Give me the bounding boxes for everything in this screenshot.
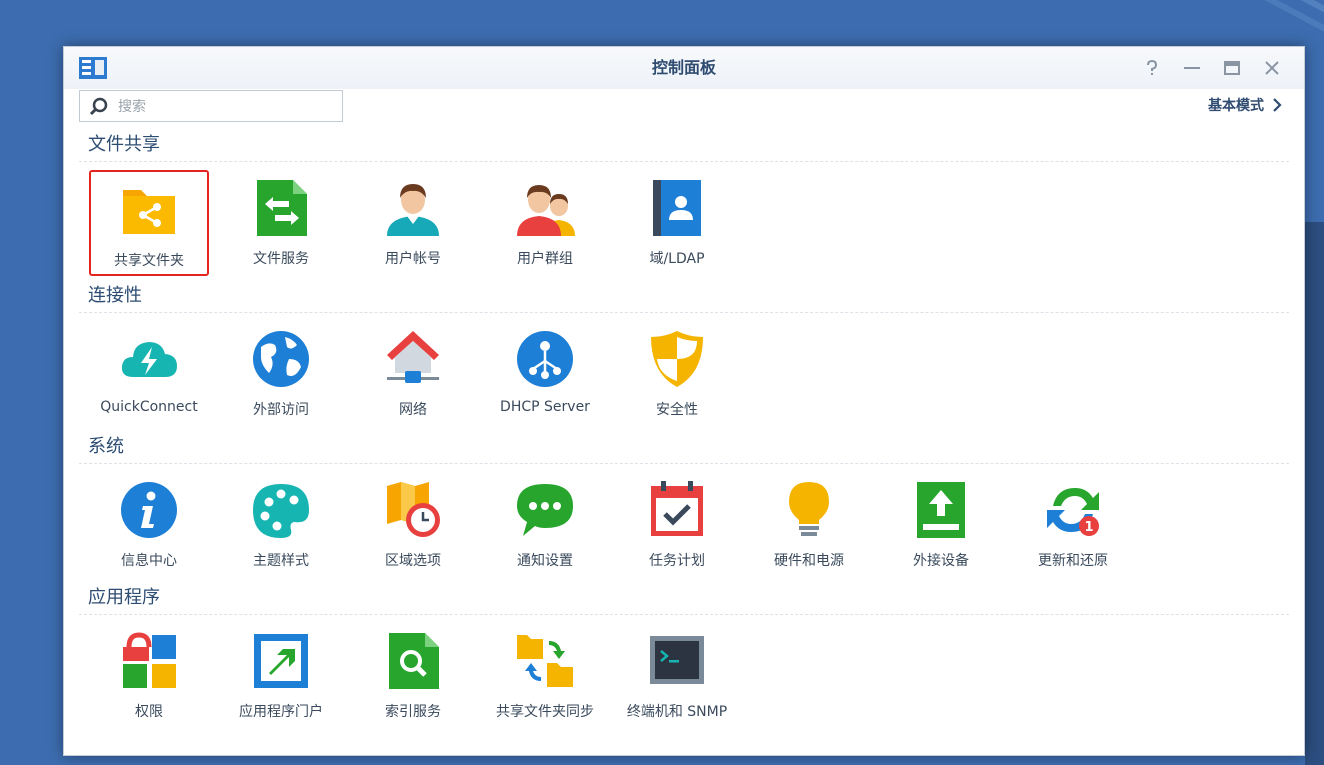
regional-clock-icon <box>387 482 440 537</box>
info-icon <box>121 482 177 538</box>
item-label: 用户群组 <box>517 251 573 267</box>
maximize-icon[interactable] <box>1218 56 1246 80</box>
item-theme[interactable]: 主题样式 <box>221 472 341 578</box>
shield-icon <box>651 331 703 387</box>
section-connectivity: 连接性 QuickConnect 外部访问 网络 DHCP Server 安全性 <box>79 282 1289 433</box>
item-external-access[interactable]: 外部访问 <box>221 321 341 427</box>
item-info-center[interactable]: 信息中心 <box>89 472 209 578</box>
background-window-edge <box>1305 222 1324 765</box>
item-dhcp-server[interactable]: DHCP Server <box>485 321 605 427</box>
item-terminal-snmp[interactable]: 终端机和 SNMP <box>617 623 737 729</box>
item-label: 共享文件夹 <box>114 253 184 269</box>
search-index-icon <box>389 633 439 689</box>
item-shared-folder[interactable]: 共享文件夹 <box>89 170 209 276</box>
app-portal-icon <box>254 634 308 688</box>
user-icon <box>387 184 439 236</box>
domain-ldap-icon <box>653 180 701 236</box>
group-icon <box>517 185 575 236</box>
item-external-devices[interactable]: 外接设备 <box>881 472 1001 578</box>
dhcp-icon <box>517 331 573 387</box>
section-title: 连接性 <box>79 282 1289 313</box>
item-label: DHCP Server <box>500 399 590 415</box>
item-group[interactable]: 用户群组 <box>485 170 605 276</box>
item-label: 外接设备 <box>913 553 969 569</box>
section-applications: 应用程序 权限 应用程序门户 索引服务 共享文件夹同步 终端机和 SNMP <box>79 584 1289 735</box>
item-indexing-service[interactable]: 索引服务 <box>353 623 473 729</box>
item-label: QuickConnect <box>100 399 198 415</box>
item-notification[interactable]: 通知设置 <box>485 472 605 578</box>
item-label: 通知设置 <box>517 553 573 569</box>
item-label: 文件服务 <box>253 251 309 267</box>
item-domain-ldap[interactable]: 域/LDAP <box>617 170 737 276</box>
section-title: 系统 <box>79 433 1289 464</box>
section-file-sharing: 文件共享 共享文件夹 文件服务 用户帐号 用户群组 域/LDAP <box>79 131 1289 282</box>
item-label: 索引服务 <box>385 704 441 720</box>
privileges-icon <box>123 632 176 688</box>
item-label: 任务计划 <box>649 553 705 569</box>
item-application-portal[interactable]: 应用程序门户 <box>221 623 341 729</box>
shared-folder-icon <box>123 190 175 234</box>
network-house-icon <box>387 331 439 383</box>
item-file-services[interactable]: 文件服务 <box>221 170 341 276</box>
basic-mode-link[interactable]: 基本模式 <box>1208 95 1282 115</box>
title-bar[interactable]: 控制面板 <box>64 47 1304 89</box>
quickconnect-icon <box>121 342 177 377</box>
chat-bubble-icon <box>517 484 573 536</box>
item-hardware-power[interactable]: 硬件和电源 <box>749 472 869 578</box>
close-icon[interactable] <box>1258 56 1286 80</box>
item-network[interactable]: 网络 <box>353 321 473 427</box>
window-title: 控制面板 <box>651 58 716 77</box>
item-regional-options[interactable]: 区域选项 <box>353 472 473 578</box>
section-title: 文件共享 <box>79 131 1289 162</box>
item-label: 安全性 <box>656 402 698 418</box>
chevron-right-icon <box>1273 98 1282 112</box>
item-label: 区域选项 <box>385 553 441 569</box>
item-update-restore[interactable]: 1 更新和还原 <box>1013 472 1133 578</box>
terminal-icon <box>650 636 704 684</box>
external-device-icon <box>917 482 965 538</box>
item-label: 硬件和电源 <box>774 553 844 569</box>
item-label: 权限 <box>135 704 163 720</box>
file-services-icon <box>257 180 307 236</box>
globe-icon <box>253 331 309 387</box>
folder-sync-icon <box>517 635 573 687</box>
item-label: 域/LDAP <box>649 251 705 267</box>
help-icon[interactable] <box>1138 56 1166 80</box>
item-label: 外部访问 <box>253 402 309 418</box>
item-security[interactable]: 安全性 <box>617 321 737 427</box>
item-user[interactable]: 用户帐号 <box>353 170 473 276</box>
update-badge: 1 <box>1084 520 1093 535</box>
control-panel-window: 控制面板 基本模式 文件共享 <box>63 46 1305 756</box>
search-icon <box>89 97 108 116</box>
basic-mode-label: 基本模式 <box>1208 98 1264 114</box>
lightbulb-icon <box>789 482 829 536</box>
item-quickconnect[interactable]: QuickConnect <box>89 321 209 427</box>
item-label: 信息中心 <box>121 553 177 569</box>
item-label: 更新和还原 <box>1038 553 1108 569</box>
item-label: 主题样式 <box>253 553 309 569</box>
minimize-icon[interactable] <box>1178 56 1206 80</box>
search-box[interactable] <box>79 90 343 122</box>
item-shared-folder-sync[interactable]: 共享文件夹同步 <box>485 623 605 729</box>
item-label: 终端机和 SNMP <box>626 704 728 720</box>
item-privileges[interactable]: 权限 <box>89 623 209 729</box>
item-task-scheduler[interactable]: 任务计划 <box>617 472 737 578</box>
item-label: 网络 <box>399 402 427 418</box>
calendar-check-icon <box>651 481 703 536</box>
section-title: 应用程序 <box>79 584 1289 615</box>
item-label: 应用程序门户 <box>239 704 323 720</box>
section-system: 系统 信息中心 主题样式 区域选项 通知设置 任务计划 硬件和电源 外接设备 1… <box>79 433 1289 584</box>
item-label: 用户帐号 <box>385 251 441 267</box>
item-label: 共享文件夹同步 <box>496 704 594 720</box>
palette-icon <box>253 484 309 538</box>
search-input[interactable] <box>116 95 330 119</box>
update-restore-icon: 1 <box>1047 488 1099 536</box>
